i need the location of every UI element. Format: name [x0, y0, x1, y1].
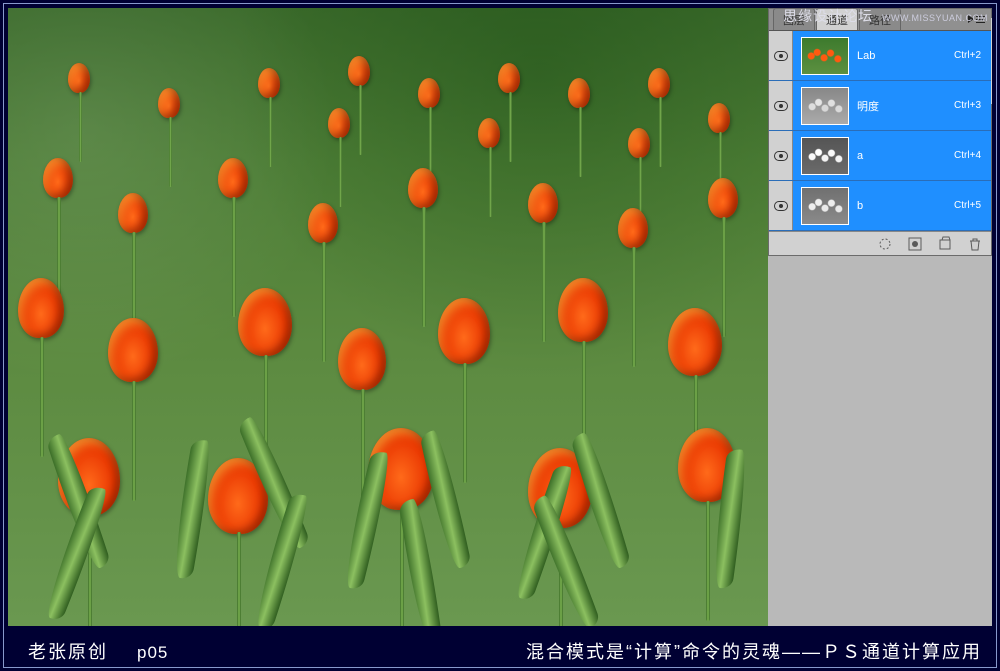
- tulip: [18, 278, 64, 338]
- visibility-toggle[interactable]: [769, 131, 793, 180]
- watermark: 思缘设计论坛 WWW.MISSYUAN.COM: [783, 6, 988, 26]
- channel-thumbnail: [801, 87, 849, 125]
- delete-channel-icon[interactable]: [967, 236, 983, 252]
- page-label: p05: [137, 643, 168, 662]
- channel-name: a: [857, 150, 954, 162]
- tulip: [348, 56, 370, 86]
- eye-icon: [774, 201, 788, 211]
- tulip: [308, 203, 338, 243]
- channel-list: LabCtrl+2明度Ctrl+3aCtrl+4bCtrl+5: [769, 31, 991, 231]
- tulip: [218, 158, 248, 198]
- tulip: [408, 168, 438, 208]
- tulip: [118, 193, 148, 233]
- channel-thumbnail: [801, 187, 849, 225]
- channel-shortcut: Ctrl+3: [954, 100, 981, 111]
- author-label: 老张原创: [28, 642, 108, 662]
- channel-row[interactable]: aCtrl+4: [769, 131, 991, 181]
- photoshop-workspace: 图层 通道 路径 LabCtrl+2明度Ctrl+3aCtrl+4bCtrl+5: [8, 8, 992, 626]
- tulip: [498, 63, 520, 93]
- channel-row[interactable]: 明度Ctrl+3: [769, 81, 991, 131]
- tulip: [238, 288, 292, 356]
- channel-thumbnail: [801, 37, 849, 75]
- canvas-background: [8, 8, 768, 626]
- channel-thumbnail: [801, 137, 849, 175]
- tulip: [68, 63, 90, 93]
- tulip: [328, 108, 350, 138]
- image-canvas[interactable]: [8, 8, 768, 626]
- panel-footer: [769, 231, 991, 255]
- channel-row[interactable]: LabCtrl+2: [769, 31, 991, 81]
- visibility-toggle[interactable]: [769, 31, 793, 80]
- right-panel-stack: 图层 通道 路径 LabCtrl+2明度Ctrl+3aCtrl+4bCtrl+5: [768, 8, 992, 626]
- eye-icon: [774, 101, 788, 111]
- channel-row[interactable]: bCtrl+5: [769, 181, 991, 231]
- tulip: [558, 278, 608, 342]
- visibility-toggle[interactable]: [769, 81, 793, 130]
- tulip: [258, 68, 280, 98]
- caption-title: 混合模式是“计算”命令的灵魂——ＰＳ通道计算应用: [526, 638, 982, 664]
- tulip: [438, 298, 490, 364]
- tulip: [708, 103, 730, 133]
- tulip: [618, 208, 648, 248]
- channel-shortcut: Ctrl+4: [954, 150, 981, 161]
- watermark-text: 思缘设计论坛: [783, 8, 873, 24]
- tulip: [528, 183, 558, 223]
- watermark-url: WWW.MISSYUAN.COM: [882, 13, 988, 23]
- eye-icon: [774, 51, 788, 61]
- new-channel-icon[interactable]: [937, 236, 953, 252]
- tulip: [338, 328, 386, 390]
- caption-bar: 老张原创 p05 混合模式是“计算”命令的灵魂——ＰＳ通道计算应用: [0, 631, 1000, 671]
- save-selection-icon[interactable]: [907, 236, 923, 252]
- channels-panel: 图层 通道 路径 LabCtrl+2明度Ctrl+3aCtrl+4bCtrl+5: [768, 8, 992, 256]
- panel-empty-area: [768, 256, 992, 626]
- tulip: [648, 68, 670, 98]
- tulip: [628, 128, 650, 158]
- channel-name: 明度: [857, 98, 954, 114]
- tulip: [478, 118, 500, 148]
- channel-name: Lab: [857, 50, 954, 62]
- tulip: [158, 88, 180, 118]
- visibility-toggle[interactable]: [769, 181, 793, 230]
- channel-shortcut: Ctrl+2: [954, 50, 981, 61]
- tulip: [568, 78, 590, 108]
- channel-shortcut: Ctrl+5: [954, 200, 981, 211]
- tulip: [418, 78, 440, 108]
- tulip: [668, 308, 722, 376]
- load-selection-icon[interactable]: [877, 236, 893, 252]
- eye-icon: [774, 151, 788, 161]
- tulip: [108, 318, 158, 382]
- channel-name: b: [857, 200, 954, 212]
- tulip: [43, 158, 73, 198]
- tulip: [708, 178, 738, 218]
